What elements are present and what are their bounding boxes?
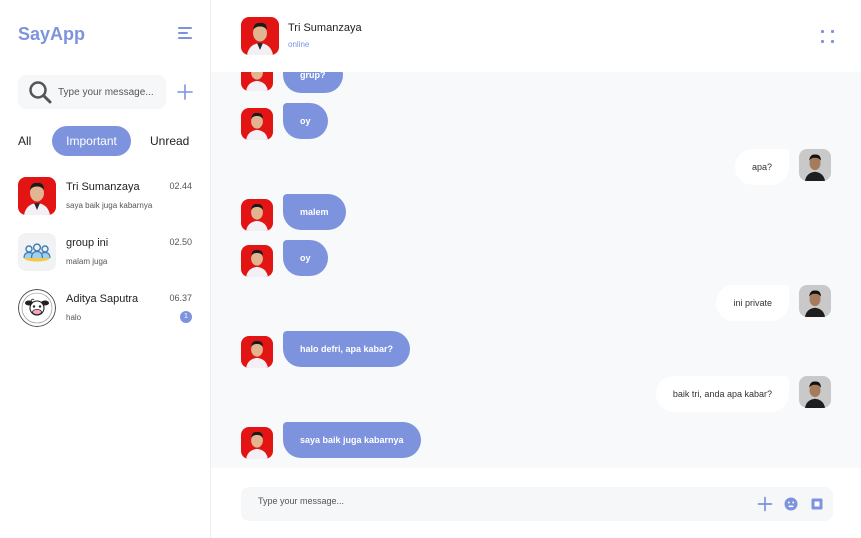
message-bubble: halo defri, apa kabar?	[283, 331, 411, 367]
search-icon	[29, 81, 52, 104]
contact-time: 02.44	[169, 181, 192, 191]
chat-contact-status: online	[288, 40, 310, 49]
filter-tab-all[interactable]: All	[18, 126, 31, 156]
contact-preview: malam juga	[66, 257, 108, 266]
message-bubble: ini private	[716, 285, 789, 321]
message-bubble: baik tri, anda apa kabar?	[655, 376, 789, 412]
filter-tab-important[interactable]: Important	[52, 126, 131, 156]
sender-avatar	[241, 427, 273, 459]
message-bubble: malem	[283, 194, 346, 230]
chat-contact-name: Tri Sumanzaya	[288, 22, 362, 34]
sender-avatar	[799, 376, 831, 408]
contact-preview: halo	[66, 313, 82, 322]
plus-icon[interactable]	[757, 496, 773, 512]
emoji-icon[interactable]	[783, 496, 799, 512]
contact-time: 02.50	[169, 237, 192, 247]
chat-panel: Tri Sumanzaya online grup? oy apa? malem…	[211, 0, 861, 538]
message-bubble: apa?	[734, 149, 789, 185]
attach-square-icon[interactable]	[809, 496, 825, 512]
sender-avatar	[799, 149, 831, 181]
sender-avatar	[241, 199, 273, 231]
contact-preview: saya baik juga kabarnya	[66, 201, 153, 210]
message-bubble: saya baik juga kabarnya	[283, 422, 421, 458]
message-bubble: grup?	[283, 72, 343, 93]
filter-tabs: All Important Unread	[18, 126, 198, 156]
contact-item-tri-sumanzaya[interactable]: Tri Sumanzaya 02.44 saya baik juga kabar…	[18, 177, 196, 217]
group-icon	[18, 233, 56, 271]
filter-tab-unread[interactable]: Unread	[150, 126, 189, 156]
message-composer	[241, 487, 833, 521]
contact-name: group ini	[66, 237, 109, 249]
avatar	[18, 177, 56, 215]
search-input[interactable]	[58, 86, 158, 98]
message-bubble: oy	[283, 240, 328, 276]
contact-name: Tri Sumanzaya	[66, 181, 140, 193]
unread-badge: 1	[180, 311, 192, 323]
message-list: grup? oy apa? malem oy ini private halo …	[211, 72, 861, 468]
dots-grid-icon[interactable]	[821, 30, 835, 44]
sender-avatar	[241, 72, 273, 91]
new-chat-plus-icon[interactable]	[176, 83, 194, 101]
menu-icon[interactable]	[178, 27, 194, 41]
contact-time: 06.37	[169, 293, 192, 303]
search-box	[18, 75, 166, 109]
brand-logo: SayApp	[18, 24, 86, 44]
contact-item-aditya-saputra[interactable]: Aditya Saputra 06.37 halo 1	[18, 289, 196, 329]
sender-avatar	[241, 336, 273, 368]
avatar	[18, 289, 56, 327]
sender-avatar	[241, 245, 273, 277]
sender-avatar	[241, 108, 273, 140]
contact-item-group-ini[interactable]: group ini 02.50 malam juga	[18, 233, 196, 273]
message-input[interactable]	[258, 496, 718, 506]
message-bubble: oy	[283, 103, 328, 139]
contact-name: Aditya Saputra	[66, 293, 139, 305]
chat-header: Tri Sumanzaya online	[211, 0, 861, 72]
chat-header-avatar[interactable]	[241, 17, 279, 55]
sidebar: SayApp All Important Unread	[0, 0, 211, 538]
sender-avatar	[799, 285, 831, 317]
app-root: SayApp All Important Unread	[0, 0, 861, 538]
